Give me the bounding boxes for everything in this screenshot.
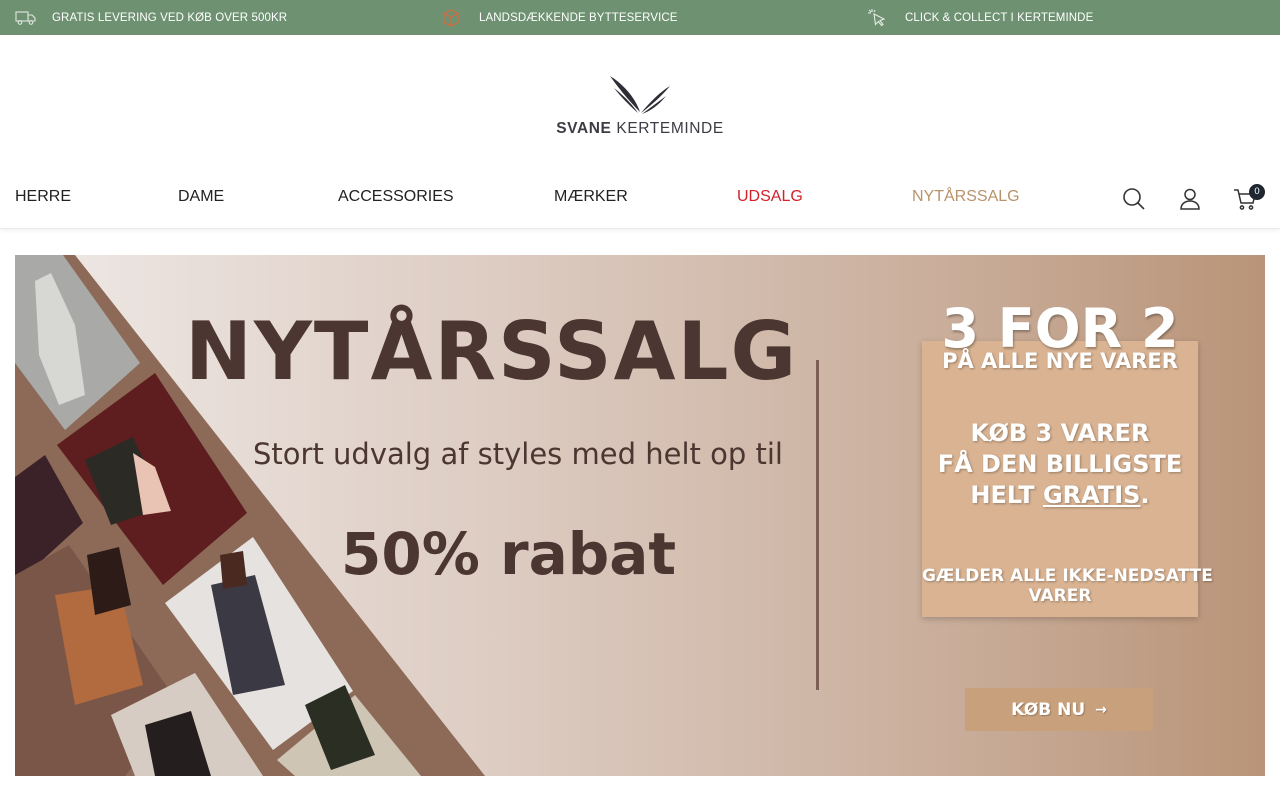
- offer-line: PÅ ALLE NYE VARER: [942, 349, 1178, 373]
- arrow-right-icon: →: [1095, 701, 1107, 718]
- pointer-click-icon: [866, 7, 888, 29]
- offer-line: FÅ DEN BILLIGSTE: [937, 450, 1183, 478]
- brand-logo[interactable]: SVANE KERTEMINDE: [550, 72, 730, 142]
- announcement-bar: GRATIS LEVERING VED KØB OVER 500KR LANDS…: [0, 0, 1280, 35]
- offer-text: .: [1140, 481, 1150, 509]
- announcement-text: GRATIS LEVERING VED KØB OVER 500KR: [52, 11, 288, 24]
- hero-banner[interactable]: NYTÅRSSALG Stort udvalg af styles med he…: [15, 255, 1265, 776]
- announcement-item-click-collect: CLICK & COLLECT I KERTEMINDE: [866, 0, 1093, 35]
- nav-item-dame[interactable]: DAME: [178, 188, 224, 206]
- nav-item-herre[interactable]: HERRE: [15, 188, 71, 206]
- offer-text: HELT: [970, 481, 1043, 509]
- announcement-text: LANDSDÆKKENDE BYTTESERVICE: [479, 11, 678, 24]
- logo-wordmark: SVANE KERTEMINDE: [550, 120, 730, 138]
- main-navigation: HERRE DAME ACCESSORIES MÆRKER UDSALG NYT…: [0, 168, 1280, 229]
- announcement-text: CLICK & COLLECT I KERTEMINDE: [905, 11, 1094, 24]
- hero-discount: 50% rabat: [341, 520, 677, 588]
- buy-now-button[interactable]: KØB NU →: [965, 688, 1153, 731]
- hero-divider: [816, 360, 819, 690]
- logo-bold-text: SVANE: [556, 120, 612, 137]
- nav-item-maerker[interactable]: MÆRKER: [554, 188, 628, 206]
- offer-gratis-text: GRATIS: [1042, 481, 1141, 509]
- announcement-item-exchange: LANDSDÆKKENDE BYTTESERVICE: [440, 0, 678, 35]
- announcement-item-delivery: GRATIS LEVERING VED KØB OVER 500KR: [15, 0, 287, 35]
- user-icon[interactable]: [1177, 186, 1203, 212]
- logo-light-text: KERTEMINDE: [616, 120, 724, 137]
- swan-wings-icon: [610, 76, 670, 114]
- hero-title: NYTÅRSSALG: [185, 305, 799, 398]
- offer-line-gratis: HELT GRATIS.: [922, 481, 1198, 509]
- nav-item-nytaarssalg[interactable]: NYTÅRSSALG: [912, 188, 1020, 206]
- search-icon[interactable]: [1121, 186, 1147, 212]
- offer-line: KØB 3 VARER: [970, 419, 1150, 447]
- nav-item-udsalg[interactable]: UDSALG: [737, 188, 803, 206]
- nav-item-accessories[interactable]: ACCESSORIES: [338, 188, 454, 206]
- cart-count-badge: 0: [1249, 184, 1265, 200]
- box-icon: [440, 7, 462, 29]
- truck-icon: [15, 7, 37, 29]
- hero-subtitle: Stort udvalg af styles med helt op til: [253, 437, 783, 471]
- offer-line: VARER: [1028, 586, 1092, 606]
- offer-line: GÆLDER ALLE IKKE-NEDSATTE: [922, 566, 1213, 586]
- buy-now-label: KØB NU: [1011, 699, 1086, 720]
